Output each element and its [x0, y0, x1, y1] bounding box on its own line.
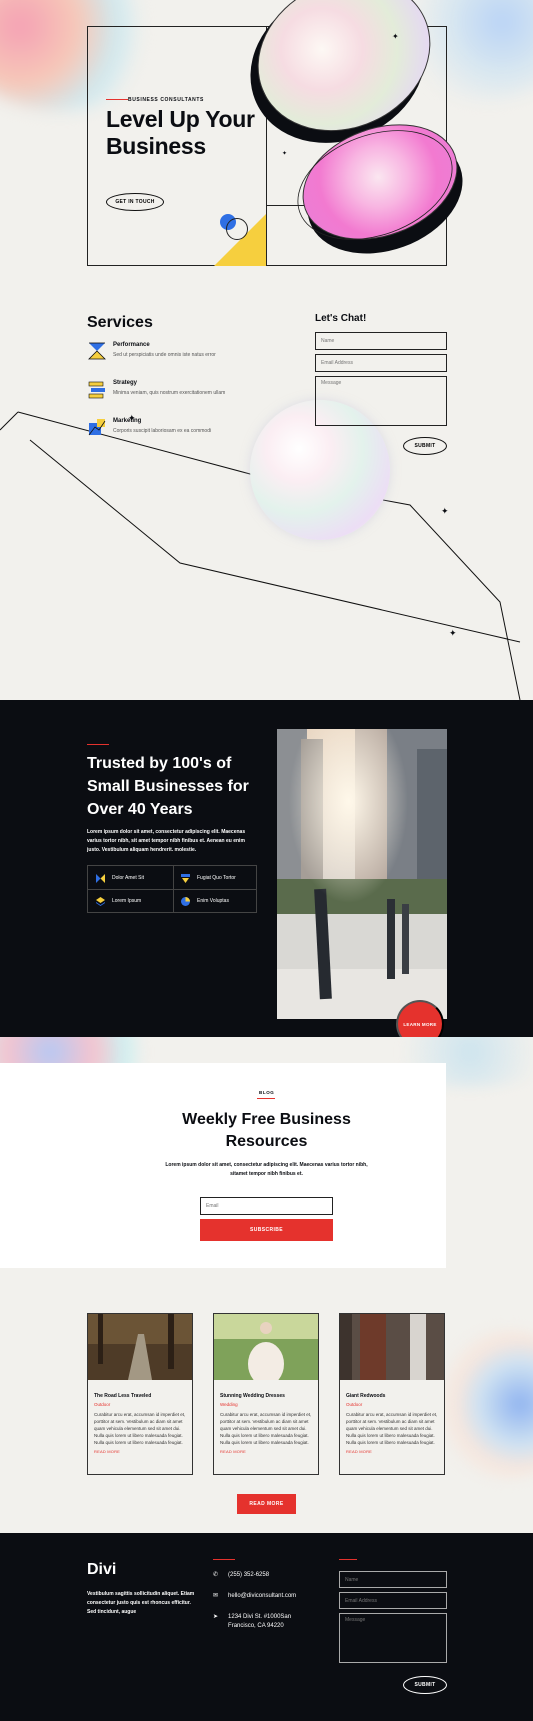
contact-address[interactable]: ➤ 1234 Divi St. #1000San Francisco, CA 9…	[213, 1613, 303, 1631]
feature-grid: Dolor Amet Sit Fugiat Quo Tortor Lorem I…	[87, 865, 257, 913]
footer-message-field[interactable]	[339, 1613, 447, 1663]
posts-section: The Road Less Traveled Outdoor Curabitur…	[0, 1269, 533, 1533]
accent-line	[339, 1559, 357, 1560]
subscribe-email-field[interactable]	[200, 1197, 333, 1215]
service-desc: Sed ut perspiciatis unde omnis iste natu…	[113, 352, 216, 358]
service-desc: Minima veniam, quis nostrum exercitation…	[113, 390, 226, 396]
read-more-link[interactable]: READ MORE	[94, 1449, 186, 1454]
blog-body: Lorem ipsum dolor sit amet, consectetur …	[165, 1162, 368, 1177]
gradient-blob	[430, 1329, 533, 1479]
pie-icon	[181, 896, 190, 906]
blog-title: Weekly Free Business Resources	[182, 1111, 351, 1150]
feature-item: Dolor Amet Sit	[88, 866, 173, 890]
feature-item: Lorem Ipsum	[88, 889, 173, 913]
service-desc: Corporis suscipit laboriosam ex ea commo…	[113, 428, 212, 434]
address-text: 1234 Divi St. #1000San Francisco, CA 942…	[228, 1614, 292, 1629]
footer-email-field[interactable]	[339, 1592, 447, 1609]
post-card[interactable]: Giant Redwoods Outdoor Curabitur arcu er…	[339, 1313, 445, 1475]
get-in-touch-button[interactable]: GET IN TOUCH	[106, 193, 164, 211]
email-field[interactable]	[315, 354, 447, 372]
feature-label: Lorem Ipsum	[112, 898, 142, 904]
post-title: Stunning Wedding Dresses	[220, 1393, 285, 1399]
post-card[interactable]: The Road Less Traveled Outdoor Curabitur…	[87, 1313, 193, 1475]
feature-label: Enim Voluptas	[197, 898, 229, 904]
trusted-section: Trusted by 100's of Small Businesses for…	[0, 700, 533, 1048]
chat-title: Let's Chat!	[315, 313, 367, 324]
post-category: Outdoor	[94, 1402, 111, 1407]
disc-outline	[297, 130, 453, 240]
email-text: hello@diviconsultant.com	[228, 1593, 297, 1599]
footer: Divi Vestibulum sagittis sollicitudin al…	[0, 1533, 533, 1721]
logo: Divi	[87, 1561, 117, 1578]
read-more-link[interactable]: READ MORE	[346, 1449, 438, 1454]
message-field[interactable]	[315, 376, 447, 426]
service-title: Marketing	[113, 418, 142, 424]
sparkle-icon: ✦	[449, 628, 457, 638]
hero-title: Level Up Your Business	[106, 106, 255, 159]
outline-circle	[226, 218, 248, 240]
name-field[interactable]	[315, 332, 447, 350]
feature-label: Fugiat Quo Tortor	[197, 875, 236, 881]
layers-icon	[96, 896, 105, 906]
post-title: Giant Redwoods	[346, 1393, 386, 1399]
blog-eyebrow: BLOG	[259, 1090, 275, 1095]
service-item	[87, 417, 107, 442]
post-excerpt: Curabitur arcu erat, accumsan id imperdi…	[346, 1412, 438, 1445]
forest-path-image	[88, 1314, 192, 1380]
sparkle-icon: ✦	[282, 151, 288, 157]
hero-eyebrow: BUSINESS CONSULTANTS	[128, 97, 204, 103]
blog-subscribe-section: BLOG Weekly Free Business Resources Lore…	[0, 1037, 533, 1269]
post-title: The Road Less Traveled	[94, 1393, 152, 1399]
service-title: Performance	[113, 342, 150, 348]
submit-button[interactable]: SUBMIT	[403, 437, 447, 455]
accent-line	[257, 1098, 275, 1099]
stack-icon	[88, 381, 105, 399]
wedding-dress-image	[214, 1314, 318, 1386]
post-category: Outdoor	[346, 1402, 363, 1407]
sparkle-icon: ✦	[392, 32, 399, 41]
footer-name-field[interactable]	[339, 1571, 447, 1588]
subscribe-button[interactable]: SUBSCRIBE	[200, 1219, 333, 1241]
triangle-icon	[181, 873, 190, 883]
trusted-title: Trusted by 100's of Small Businesses for…	[87, 755, 249, 818]
feature-label: Dolor Amet Sit	[112, 875, 144, 881]
accent-line	[87, 744, 109, 745]
trusted-body: Lorem ipsum dolor sit amet, consectetur …	[87, 829, 246, 853]
read-more-link[interactable]: READ MORE	[220, 1449, 312, 1454]
chart-icon	[88, 419, 106, 436]
location-arrow-icon: ➤	[213, 1614, 219, 1620]
post-excerpt: Curabitur arcu erat, accumsan id imperdi…	[94, 1412, 186, 1445]
services-section: ✦ ✦ ✦ Services Performance Sed ut perspi…	[0, 280, 533, 700]
post-excerpt: Curabitur arcu erat, accumsan id imperdi…	[220, 1412, 312, 1445]
service-title: Strategy	[113, 380, 138, 386]
phone-icon: ✆	[213, 1572, 219, 1578]
feature-item: Enim Voluptas	[173, 889, 258, 913]
accent-line	[213, 1559, 235, 1560]
city-photo	[277, 729, 447, 1019]
contact-email[interactable]: ✉ hello@diviconsultant.com	[213, 1592, 296, 1601]
post-card[interactable]: Stunning Wedding Dresses Wedding Curabit…	[213, 1313, 319, 1475]
services-title: Services	[87, 314, 153, 331]
read-more-button[interactable]: READ MORE	[237, 1494, 296, 1514]
sparkle-icon: ✦	[441, 506, 449, 516]
contact-phone[interactable]: ✆ (255) 352-6258	[213, 1571, 269, 1580]
service-item	[87, 341, 107, 366]
bowtie-icon	[96, 873, 105, 883]
phone-text: (255) 352-6258	[228, 1572, 270, 1578]
footer-body: Vestibulum sagittis sollicitudin aliquet…	[87, 1591, 195, 1615]
service-item	[87, 379, 107, 404]
footer-submit-button[interactable]: SUBMIT	[403, 1676, 447, 1694]
redwoods-image	[340, 1314, 444, 1380]
feature-item: Fugiat Quo Tortor	[173, 866, 258, 890]
post-category: Wedding	[220, 1402, 238, 1407]
accent-line	[106, 99, 128, 100]
hero-section: BUSINESS CONSULTANTS Level Up Your Busin…	[0, 0, 533, 280]
hourglass-icon	[88, 342, 106, 360]
mail-icon: ✉	[213, 1593, 219, 1599]
